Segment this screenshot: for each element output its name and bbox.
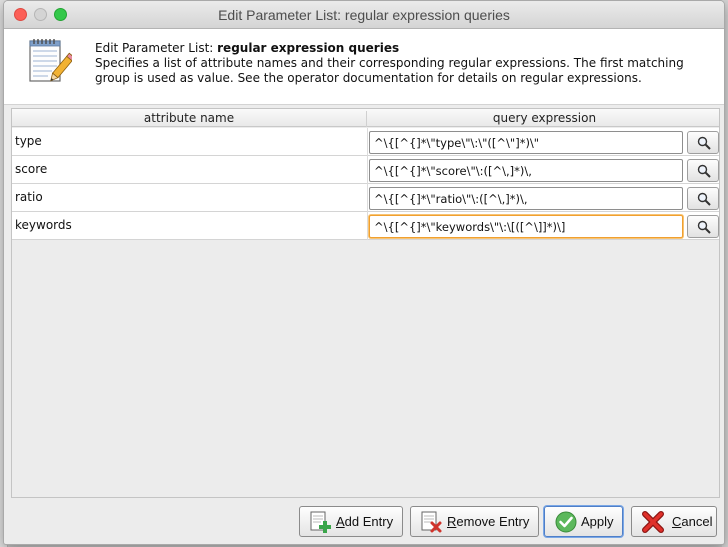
header-title-prefix: Edit Parameter List: [95,41,218,55]
edit-expression-button[interactable] [687,159,719,182]
attribute-name-cell[interactable]: type [15,134,42,148]
table-header: attribute name query expression [12,109,719,127]
cell-divider [367,128,368,156]
attribute-name-cell[interactable]: score [15,162,47,176]
dialog-window: Edit Parameter List: regular expression … [3,0,725,545]
magnifier-icon [697,164,711,178]
edit-expression-button[interactable] [687,131,719,154]
edit-expression-button[interactable] [687,215,719,238]
header-description: Specifies a list of attribute names and … [95,56,684,85]
query-expression-input[interactable] [369,187,683,210]
checkmark-icon [555,511,577,533]
apply-label: Apply [581,514,614,529]
title-bar: Edit Parameter List: regular expression … [4,1,724,29]
attribute-name-cell[interactable]: keywords [15,218,72,232]
magnifier-icon [697,192,711,206]
parameter-table: attribute name query expression type sco… [11,108,720,498]
add-entry-icon [310,511,331,533]
query-expression-input[interactable] [369,215,683,238]
header-title-bold: regular expression queries [217,41,400,55]
add-entry-button[interactable]: Add Entry [299,506,403,537]
remove-entry-button[interactable]: Remove Entry [410,506,539,537]
column-header-query-expression[interactable]: query expression [368,111,721,125]
apply-button[interactable]: Apply [544,506,623,537]
add-entry-label: Add Entry [336,514,394,529]
table-row[interactable]: keywords [12,212,719,240]
cell-divider [367,184,368,212]
query-expression-input[interactable] [369,159,683,182]
magnifier-icon [697,220,711,234]
table-row[interactable]: ratio [12,184,719,212]
table-row[interactable]: type [12,128,719,156]
cell-divider [367,156,368,184]
header-title: Edit Parameter List: regular expression … [95,41,717,56]
dialog-header: Edit Parameter List: regular expression … [4,29,724,105]
remove-entry-icon [421,511,442,533]
magnifier-icon [697,136,711,150]
column-header-attribute-name[interactable]: attribute name [12,111,367,127]
window-title: Edit Parameter List: regular expression … [218,7,510,23]
query-expression-input[interactable] [369,131,683,154]
remove-entry-label: Remove Entry [447,514,530,529]
edit-expression-button[interactable] [687,187,719,210]
table-row[interactable]: score [12,156,719,184]
cancel-button[interactable]: Cancel [631,506,717,537]
cell-divider [367,212,368,240]
attribute-name-cell[interactable]: ratio [15,190,43,204]
cancel-label: Cancel [672,514,713,529]
cancel-x-icon [642,511,664,533]
notepad-icon [29,39,72,82]
